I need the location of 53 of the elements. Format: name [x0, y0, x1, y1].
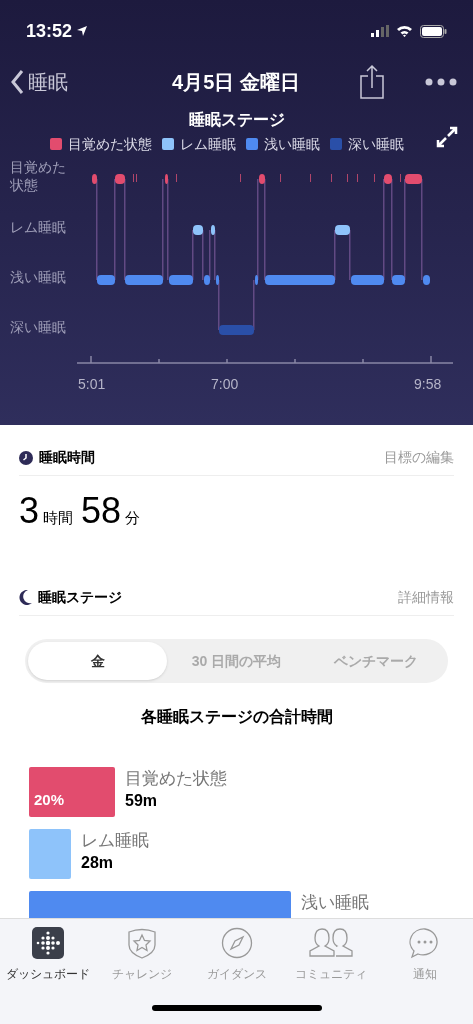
star-shield-icon — [126, 927, 159, 959]
battery-icon — [420, 24, 447, 38]
speech-bubble-icon — [409, 927, 441, 959]
legend-label: レム睡眠 — [179, 134, 236, 154]
edit-goal-link[interactable]: 目標の編集 — [384, 447, 454, 468]
y-axis-label: 目覚めた状態 — [10, 158, 67, 194]
tab-bar-item[interactable]: コミュニティ — [284, 927, 377, 983]
chart-title: 睡眠ステージ — [187, 110, 286, 130]
y-axis-label: 深い睡眠 — [10, 318, 67, 336]
x-axis-label: 9:58 — [414, 375, 442, 394]
minutes-value: 58 — [81, 489, 122, 533]
status-time: 13:52 — [26, 19, 73, 43]
stage-label: 目覚めた状態 — [125, 768, 227, 790]
section-title: 睡眠時間 — [39, 448, 95, 467]
stage-label: レム睡眠 — [81, 830, 149, 852]
tab-bar-item[interactable]: ガイダンス — [190, 927, 283, 983]
signal-icon — [371, 25, 389, 37]
segment-tab[interactable]: 金 — [28, 642, 167, 680]
legend-label: 深い睡眠 — [347, 134, 404, 154]
section-title: 睡眠ステージ — [38, 588, 122, 607]
hours-unit: 時間 — [43, 508, 74, 528]
chart-title: 各睡眠ステージの合計時間 — [139, 707, 334, 727]
percent-label: 20% — [34, 789, 65, 810]
wifi-icon — [396, 25, 413, 37]
compass-icon — [220, 927, 253, 959]
stage-label: 浅い睡眠 — [301, 892, 369, 914]
hours-value: 3 — [19, 489, 40, 533]
stage-duration: 28m — [81, 853, 115, 873]
tab-bar-item[interactable]: ダッシュボード — [2, 927, 94, 983]
segment-tab[interactable]: ベンチマーク — [306, 642, 445, 680]
x-axis-label: 5:01 — [78, 375, 106, 394]
expand-icon[interactable] — [436, 126, 458, 148]
back-chevron-icon — [10, 69, 24, 95]
dots-grid-icon — [32, 927, 64, 959]
details-link[interactable]: 詳細情報 — [398, 587, 454, 608]
page-title: 4月5日 金曜日 — [171, 70, 301, 95]
minutes-unit: 分 — [125, 508, 141, 528]
more-icon[interactable] — [425, 78, 457, 86]
y-axis-label: 浅い睡眠 — [10, 268, 67, 286]
share-icon[interactable] — [359, 64, 385, 100]
x-axis-label: 7:00 — [211, 375, 239, 394]
moon-icon — [19, 590, 32, 605]
stage-duration: 59m — [125, 791, 159, 811]
segment-tab[interactable]: 30 日間の平均 — [167, 642, 306, 680]
clock-icon — [19, 450, 33, 465]
location-icon — [76, 25, 89, 37]
legend-label: 浅い睡眠 — [263, 134, 320, 154]
y-axis-label: レム睡眠 — [10, 218, 67, 236]
legend-label: 目覚めた状態 — [67, 134, 152, 154]
back-button[interactable]: 睡眠 — [10, 67, 68, 97]
tab-bar-item[interactable]: 通知 — [379, 927, 471, 983]
tab-bar-item[interactable]: チャレンジ — [96, 927, 189, 983]
people-icon — [307, 927, 354, 959]
